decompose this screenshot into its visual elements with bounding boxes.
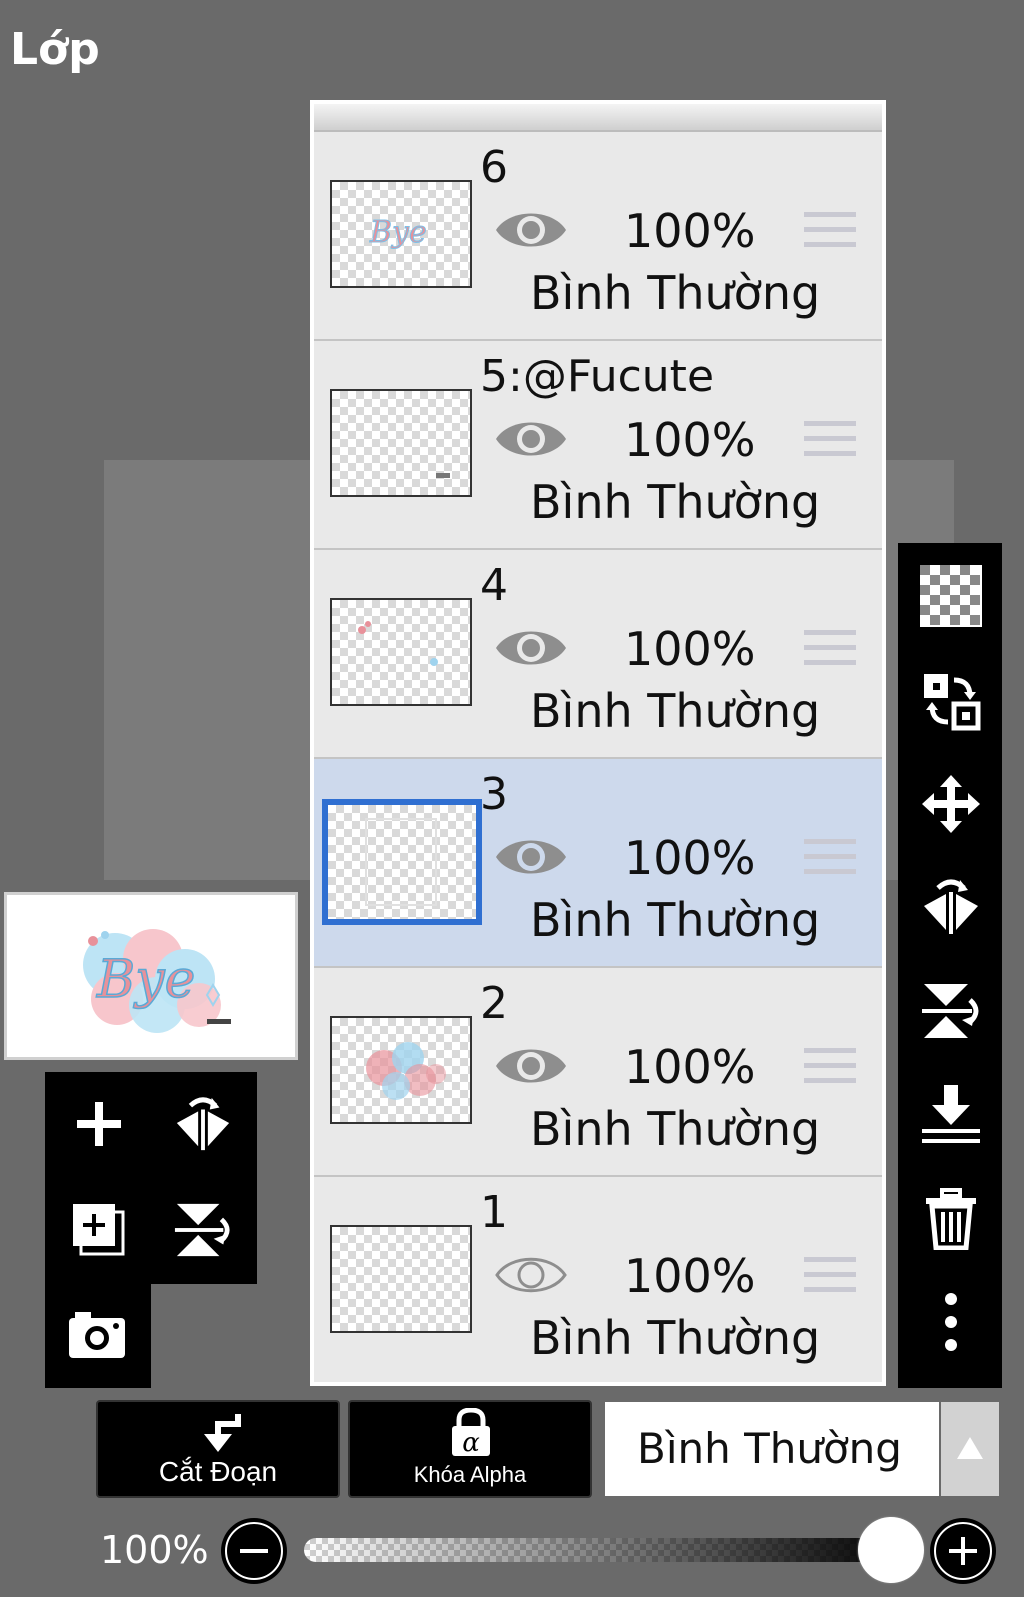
layers-list[interactable]: Bye 6 100% Bình Thường 5:@Fucute 100% Bì… [310, 100, 886, 1386]
trash-icon[interactable] [920, 1188, 982, 1250]
layer-opacity: 100% [624, 204, 756, 258]
preview-text: Bye [96, 950, 195, 1010]
eye-icon[interactable] [494, 413, 568, 465]
drag-handle-icon[interactable] [804, 839, 856, 883]
add-layer-icon[interactable] [69, 1094, 129, 1154]
panel-title: Lớp [10, 24, 100, 75]
flip-vertical-icon[interactable] [920, 980, 982, 1042]
layer-thumbnail[interactable] [330, 389, 472, 497]
alpha-lock-label: Khóa Alpha [413, 1462, 527, 1487]
drag-handle-icon[interactable] [804, 421, 856, 465]
swap-layers-icon[interactable] [920, 670, 982, 732]
layer-tools-toolbar [898, 543, 1002, 1388]
layer-row[interactable]: 5:@Fucute 100% Bình Thường [314, 341, 882, 550]
opacity-value: 100% [100, 1528, 209, 1572]
move-icon[interactable] [920, 773, 982, 835]
plus-icon [934, 1522, 992, 1580]
layer-name: 4 [480, 560, 508, 611]
layer-import-tools [45, 1284, 151, 1388]
canvas-preview: Bye [4, 892, 298, 1060]
layer-name: 2 [480, 978, 508, 1029]
layer-blend-mode: Bình Thường [530, 684, 821, 738]
alpha-symbol: α [462, 1428, 480, 1458]
more-icon[interactable] [920, 1291, 982, 1353]
drag-handle-icon[interactable] [804, 212, 856, 256]
drag-handle-icon[interactable] [804, 630, 856, 674]
eye-hidden-icon[interactable] [494, 1249, 568, 1301]
layer-row-selected[interactable]: 3 100% Bình Thường [314, 759, 882, 968]
layer-name: 3 [480, 769, 508, 820]
layer-row[interactable]: Bye 6 100% Bình Thường [314, 132, 882, 341]
layer-thumbnail[interactable] [322, 799, 482, 925]
flip-horizontal-icon[interactable] [920, 876, 982, 938]
layer-blend-mode: Bình Thường [530, 893, 821, 947]
add-layer-copy-icon[interactable] [69, 1200, 129, 1260]
thumbnail-text: Bye [369, 215, 427, 250]
layer-opacity: 100% [624, 1249, 756, 1303]
alpha-lock-button[interactable]: α Khóa Alpha [348, 1400, 592, 1498]
clipping-label: Cắt Đoạn [158, 1456, 278, 1487]
scroll-top-edge [314, 104, 882, 132]
layer-opacity: 100% [624, 413, 756, 467]
opacity-slider-track[interactable] [304, 1538, 904, 1562]
minus-icon [225, 1522, 283, 1580]
flip-vertical-icon[interactable] [173, 1200, 233, 1260]
drag-handle-icon[interactable] [804, 1257, 856, 1301]
layer-opacity: 100% [624, 622, 756, 676]
eye-icon[interactable] [494, 831, 568, 883]
opacity-decrease-button[interactable] [221, 1518, 287, 1584]
triangle-up-icon [957, 1437, 983, 1459]
blend-mode-expand-button[interactable] [941, 1402, 999, 1496]
lock-icon: α [452, 1408, 490, 1458]
layer-row[interactable]: 1 100% Bình Thường [314, 1177, 882, 1382]
layer-name: 6 [480, 142, 508, 193]
layer-opacity: 100% [624, 1040, 756, 1094]
layer-opacity: 100% [624, 831, 756, 885]
layer-name: 5:@Fucute [480, 351, 715, 402]
eye-icon[interactable] [494, 1040, 568, 1092]
opacity-increase-button[interactable] [930, 1518, 996, 1584]
drag-handle-icon[interactable] [804, 1048, 856, 1092]
layer-name: 1 [480, 1187, 508, 1238]
layer-thumbnail[interactable] [330, 1225, 472, 1333]
layer-blend-mode: Bình Thường [530, 266, 821, 320]
layer-row[interactable]: 4 100% Bình Thường [314, 550, 882, 759]
clipping-button[interactable]: Cắt Đoạn [96, 1400, 340, 1498]
flip-horizontal-icon[interactable] [173, 1094, 233, 1154]
merge-down-icon[interactable] [920, 1083, 982, 1145]
layer-add-tools [45, 1072, 257, 1284]
layer-thumbnail[interactable]: Bye [330, 180, 472, 288]
layer-thumbnail[interactable] [330, 598, 472, 706]
eye-icon[interactable] [494, 622, 568, 674]
blend-mode-select[interactable]: Bình Thường [605, 1402, 939, 1496]
layer-blend-mode: Bình Thường [530, 1102, 821, 1156]
clip-arrow-icon [204, 1414, 241, 1452]
eye-icon[interactable] [494, 204, 568, 256]
camera-icon[interactable] [67, 1304, 127, 1364]
layer-row[interactable]: 2 100% Bình Thường [314, 968, 882, 1177]
opacity-slider-thumb[interactable] [858, 1517, 924, 1583]
layer-thumbnail[interactable] [330, 1016, 472, 1124]
layer-blend-mode: Bình Thường [530, 475, 821, 529]
layer-blend-mode: Bình Thường [530, 1311, 821, 1365]
transparent-bg-icon[interactable] [920, 565, 982, 627]
